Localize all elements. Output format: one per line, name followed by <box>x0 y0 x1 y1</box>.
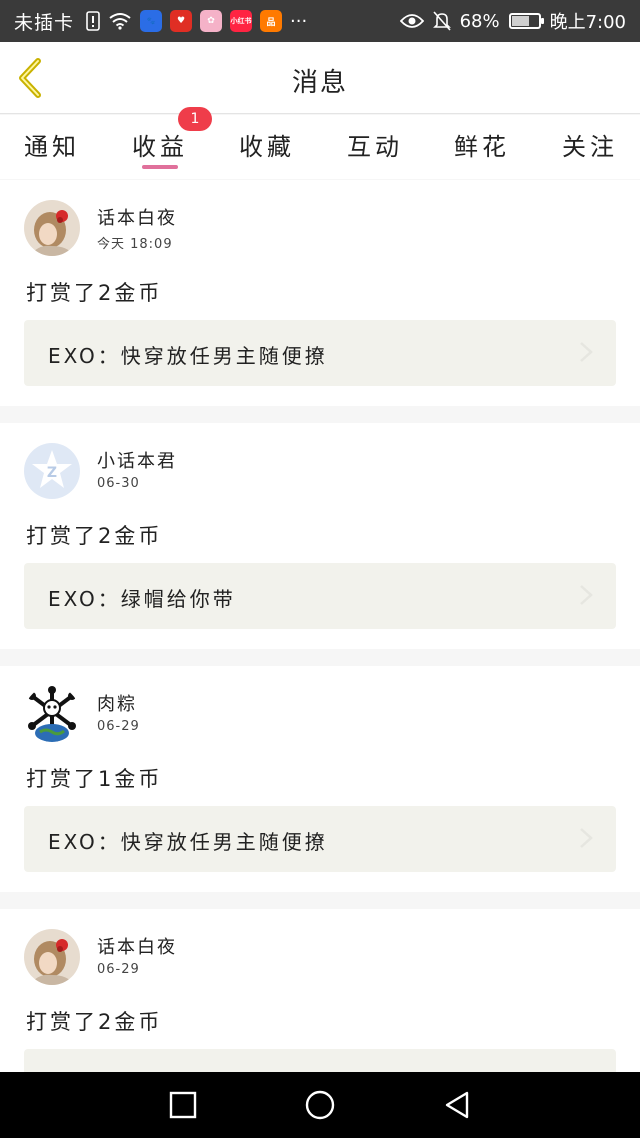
earnings-badge: 1 <box>178 107 212 131</box>
pinduoduo-app-icon: ♥ <box>170 10 193 32</box>
book-link[interactable]: EXO：快穿放任男主随便撩 <box>24 320 616 386</box>
avatar[interactable] <box>24 686 80 742</box>
active-tab-indicator <box>142 165 178 169</box>
list-item: 话本白夜 06-29 打赏了2金币 <box>0 909 640 1072</box>
username[interactable]: 肉粽 <box>97 690 137 716</box>
reward-text: 打赏了2金币 <box>26 281 163 305</box>
recents-button[interactable] <box>167 1089 199 1121</box>
chevron-right-icon <box>580 342 593 362</box>
system-back-button[interactable] <box>441 1089 473 1121</box>
system-nav-bar <box>0 1072 640 1138</box>
sim-icon <box>86 11 100 31</box>
timestamp: 06-30 <box>97 476 140 491</box>
skull-earth-avatar-icon <box>24 686 80 742</box>
square-icon <box>169 1091 197 1119</box>
battery-icon <box>508 13 544 29</box>
avatar[interactable]: Z <box>24 443 80 499</box>
book-link[interactable] <box>24 1049 616 1072</box>
list-item: Z 小话本君 06-30 打赏了2金币 EXO：绿帽给你带 <box>0 423 640 649</box>
message-list: 话本白夜 今天 18:09 打赏了2金币 EXO：快穿放任男主随便撩 Z 小话本… <box>0 180 640 1072</box>
username[interactable]: 话本白夜 <box>97 933 177 959</box>
tab-bar: 通知 收益 收藏 互动 鲜花 关注 <box>0 115 640 179</box>
reward-text: 打赏了2金币 <box>26 524 163 548</box>
timestamp: 06-29 <box>97 962 140 977</box>
triangle-back-icon <box>445 1091 469 1119</box>
page-title: 消息 <box>291 68 348 98</box>
tab-notifications[interactable]: 通知 <box>12 127 92 162</box>
clock: 晚上7:00 <box>549 12 626 33</box>
wifi-icon <box>108 12 132 30</box>
home-button[interactable] <box>304 1089 336 1121</box>
girl-avatar-icon <box>24 929 80 985</box>
chevron-right-icon <box>580 828 593 848</box>
taobao-app-icon: 品 <box>260 10 283 32</box>
username[interactable]: 话本白夜 <box>97 204 177 230</box>
book-link[interactable]: EXO：绿帽给你带 <box>24 563 616 629</box>
book-title: EXO：绿帽给你带 <box>48 587 236 611</box>
book-title: EXO：快穿放任男主随便撩 <box>48 344 328 368</box>
baidu-app-icon: 🐾 <box>140 10 163 32</box>
svg-text:Z: Z <box>47 465 57 481</box>
circle-icon <box>305 1090 335 1120</box>
star-avatar-icon: Z <box>24 443 80 499</box>
xiaohongshu-app-icon: 小红书 <box>230 10 253 32</box>
status-bar: 未插卡 🐾 ♥ ✿ 小红书 品 ··· 68% 晚上7:00 <box>0 0 640 42</box>
reward-text: 打赏了2金币 <box>26 1010 163 1034</box>
girl-avatar-icon <box>24 200 80 256</box>
book-title: EXO：快穿放任男主随便撩 <box>48 830 328 854</box>
chevron-right-icon <box>580 585 593 605</box>
tab-earnings[interactable]: 收益 <box>120 127 200 162</box>
timestamp: 06-29 <box>97 719 140 734</box>
tab-favorites[interactable]: 收藏 <box>227 127 307 162</box>
list-item: 肉粽 06-29 打赏了1金币 EXO：快穿放任男主随便撩 <box>0 666 640 892</box>
timestamp: 今天 18:09 <box>97 237 173 252</box>
eye-comfort-icon <box>399 13 424 29</box>
list-item: 话本白夜 今天 18:09 打赏了2金币 EXO：快穿放任男主随便撩 <box>0 180 640 406</box>
more-notifications-icon: ··· <box>290 10 308 32</box>
mute-bell-icon <box>432 11 451 31</box>
username[interactable]: 小话本君 <box>97 447 177 473</box>
top-bar: 消息 <box>0 42 640 114</box>
tab-flowers[interactable]: 鲜花 <box>442 127 522 162</box>
tab-following[interactable]: 关注 <box>550 127 630 162</box>
tab-interactions[interactable]: 互动 <box>335 127 415 162</box>
carrier-label: 未插卡 <box>14 11 75 34</box>
book-link[interactable]: EXO：快穿放任男主随便撩 <box>24 806 616 872</box>
avatar[interactable] <box>24 200 80 256</box>
battery-percent: 68% <box>459 10 500 32</box>
reward-text: 打赏了1金币 <box>26 767 163 791</box>
photos-app-icon: ✿ <box>200 10 223 32</box>
avatar[interactable] <box>24 929 80 985</box>
